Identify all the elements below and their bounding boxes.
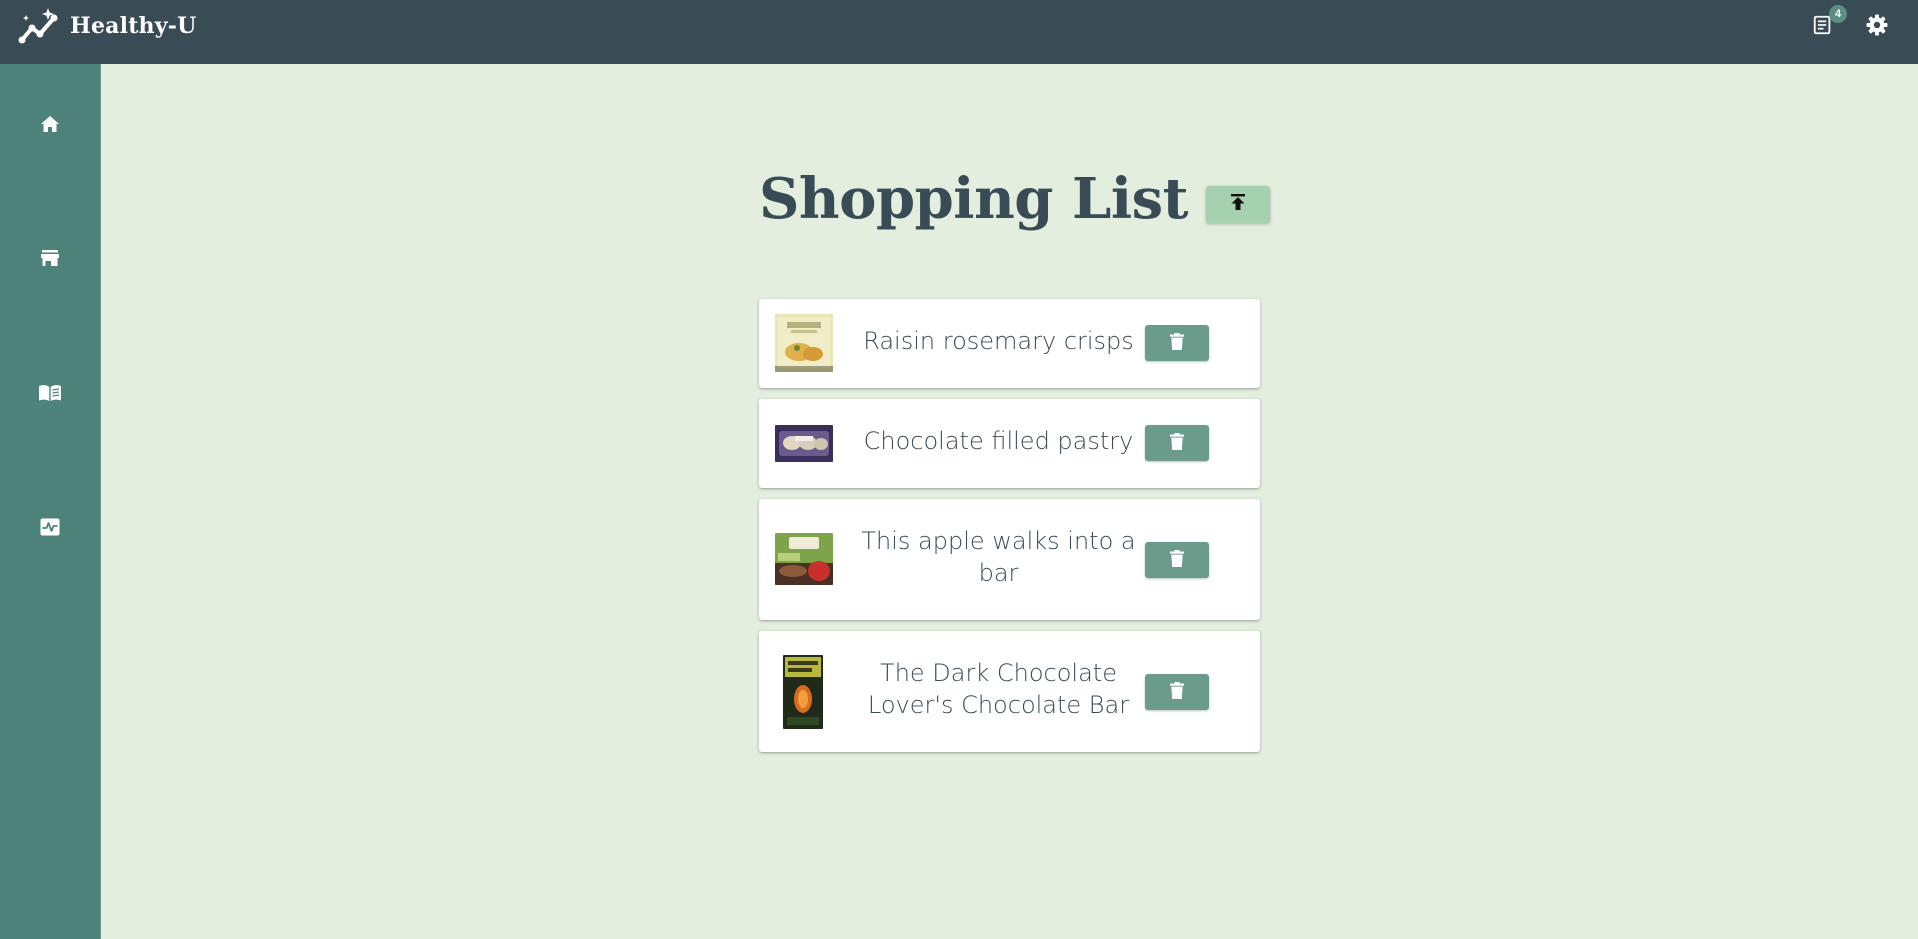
item-name: This apple walks into a bar xyxy=(861,527,1136,587)
store-icon xyxy=(40,249,60,271)
product-image xyxy=(783,655,823,729)
delete-button[interactable] xyxy=(1145,674,1209,710)
home-icon xyxy=(40,115,60,137)
page-title: Shopping List xyxy=(758,166,1189,232)
delete-button[interactable] xyxy=(1145,425,1209,461)
item-name: Chocolate filled pastry xyxy=(863,427,1134,455)
sidebar-nav xyxy=(0,64,101,939)
title-row: Shopping List xyxy=(101,159,1918,239)
item-name: The Dark Chocolate Lover's Chocolate Bar xyxy=(867,659,1130,719)
item-name: Raisin rosemary crisps xyxy=(863,327,1134,355)
brand-logo[interactable]: Healthy-U xyxy=(18,6,196,46)
app-name: Healthy-U xyxy=(70,13,197,39)
activity-icon xyxy=(40,518,60,540)
sidebar-item-store[interactable] xyxy=(30,240,70,280)
delete-button[interactable] xyxy=(1145,542,1209,578)
upload-icon xyxy=(1230,193,1246,215)
trash-icon xyxy=(1170,549,1184,571)
product-image xyxy=(775,533,833,585)
sidebar-item-health[interactable] xyxy=(30,509,70,549)
list-item: Chocolate filled pastry xyxy=(759,399,1260,488)
trash-icon xyxy=(1170,432,1184,454)
delete-button[interactable] xyxy=(1145,325,1209,361)
sparkle-trend-icon xyxy=(18,6,64,46)
sidebar-item-recipes[interactable] xyxy=(30,375,70,415)
product-image xyxy=(775,425,833,462)
trash-icon xyxy=(1170,332,1184,354)
upload-button[interactable] xyxy=(1206,185,1270,223)
book-icon xyxy=(38,384,62,406)
sidebar-item-home[interactable] xyxy=(30,106,70,146)
main-content: Shopping List Raisin rosemary crisps Cho… xyxy=(101,64,1918,939)
trash-icon xyxy=(1170,681,1184,703)
list-item: The Dark Chocolate Lover's Chocolate Bar xyxy=(759,631,1260,752)
top-bar: Healthy-U 4 xyxy=(0,0,1918,64)
product-image xyxy=(775,314,833,372)
list-item: Raisin rosemary crisps xyxy=(759,299,1260,388)
settings-button[interactable] xyxy=(1862,12,1892,42)
gear-icon xyxy=(1865,13,1889,41)
shopping-list-button[interactable]: 4 xyxy=(1808,5,1847,42)
list-item: This apple walks into a bar xyxy=(759,499,1260,620)
list-count-badge: 4 xyxy=(1829,5,1847,23)
